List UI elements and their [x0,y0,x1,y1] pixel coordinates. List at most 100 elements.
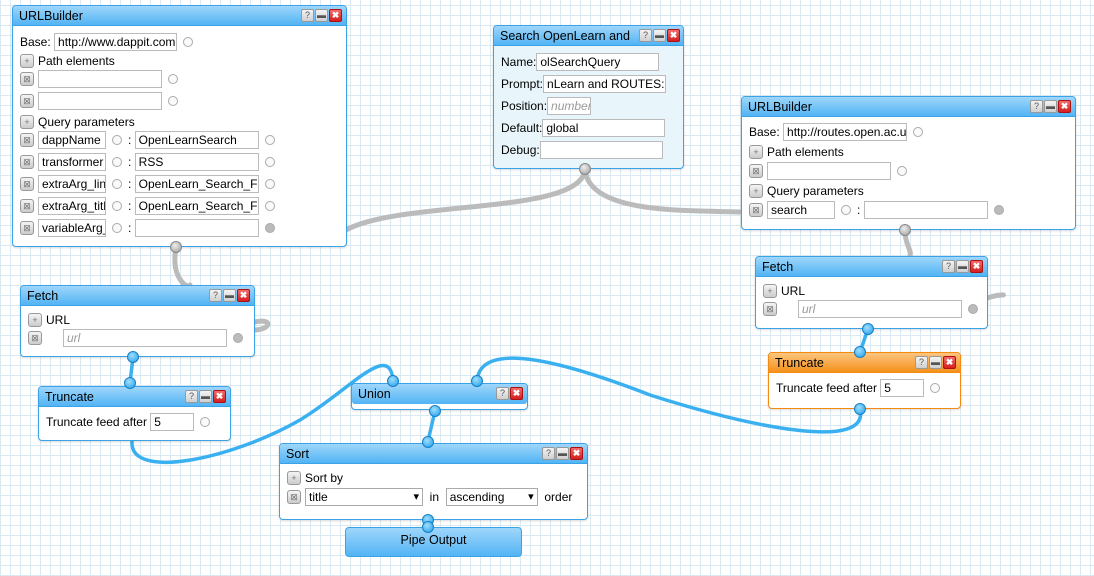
close-button[interactable]: ✖ [329,9,342,22]
terminal-icon[interactable] [913,127,924,137]
add-icon[interactable]: + [763,284,777,298]
help-button[interactable]: ? [915,356,928,369]
param-key[interactable]: extraArg_titl [38,197,106,215]
close-button[interactable]: ✖ [213,390,226,403]
remove-icon[interactable]: ⊠ [20,155,34,169]
minimize-button[interactable]: ▬ [929,356,942,369]
param-value[interactable]: OpenLearnSearch [134,131,259,149]
output-terminal[interactable] [429,405,441,417]
urlbuilder-module-1[interactable]: URLBuilder ? ▬ ✖ Base: http://www.dappit.c… [12,5,347,247]
help-button[interactable]: ? [301,9,314,22]
output-terminal[interactable] [854,403,866,415]
position-input[interactable]: number [547,97,592,115]
union-module[interactable]: Union ? ✖ [351,383,528,410]
remove-icon[interactable]: ⊠ [20,177,34,191]
module-header[interactable]: Fetch ? ▬ ✖ [756,257,987,277]
close-button[interactable]: ✖ [237,289,250,302]
terminal-icon[interactable] [841,205,851,215]
param-key[interactable]: extraArg_lin [38,175,106,193]
module-header[interactable]: Search OpenLearn and ? ▬ ✖ [494,26,683,46]
param-value[interactable] [863,201,988,219]
terminal-icon[interactable] [264,135,275,145]
remove-icon[interactable]: ⊠ [20,133,34,147]
remove-icon[interactable]: ⊠ [763,302,777,316]
remove-icon[interactable]: ⊠ [20,72,34,86]
path-input[interactable] [38,70,162,88]
help-button[interactable]: ? [1030,100,1043,113]
remove-icon[interactable]: ⊠ [749,164,763,178]
module-header[interactable]: Fetch ? ▬ ✖ [21,286,254,306]
minimize-button[interactable]: ▬ [223,289,236,302]
url-input[interactable]: url [798,300,962,318]
terminal-icon[interactable] [112,157,122,167]
prompt-input[interactable]: nLearn and ROUTES: [543,75,667,93]
param-value[interactable]: OpenLearn_Search_F [134,175,259,193]
help-button[interactable]: ? [209,289,222,302]
count-input[interactable]: 5 [150,413,195,431]
terminal-icon[interactable] [168,96,178,106]
close-button[interactable]: ✖ [970,260,983,273]
add-icon[interactable]: + [287,471,301,485]
param-key[interactable]: search [767,201,835,219]
minimize-button[interactable]: ▬ [653,29,666,42]
remove-icon[interactable]: ⊠ [20,221,34,235]
module-header[interactable]: Sort ? ▬ ✖ [280,444,587,464]
remove-icon[interactable]: ⊠ [20,94,34,108]
add-icon[interactable]: + [20,54,34,68]
output-terminal[interactable] [899,224,911,236]
pipe-output-module[interactable]: Pipe Output [345,527,522,557]
base-input[interactable]: http://www.dappit.com. [54,33,178,51]
module-header[interactable]: Truncate ? ▬ ✖ [769,353,960,373]
terminal-icon[interactable] [968,304,978,314]
remove-icon[interactable]: ⊠ [749,203,763,217]
terminal-icon[interactable] [233,333,243,343]
remove-icon[interactable]: ⊠ [20,199,34,213]
terminal-icon[interactable] [168,74,178,84]
close-button[interactable]: ✖ [943,356,956,369]
input-terminal[interactable] [422,521,434,533]
close-button[interactable]: ✖ [570,447,583,460]
output-terminal[interactable] [170,241,182,253]
output-terminal[interactable] [579,163,591,175]
param-value[interactable]: OpenLearn_Search_F [134,197,259,215]
output-terminal[interactable] [127,351,139,363]
terminal-icon[interactable] [112,223,122,233]
add-icon[interactable]: + [20,115,34,129]
input-terminal[interactable] [387,375,399,387]
help-button[interactable]: ? [496,387,509,400]
param-value[interactable]: RSS [134,153,259,171]
sort-direction-select[interactable]: ascending [445,488,538,506]
terminal-icon[interactable] [264,179,275,189]
close-button[interactable]: ✖ [1058,100,1071,113]
module-header[interactable]: URLBuilder ? ▬ ✖ [742,97,1075,117]
help-button[interactable]: ? [185,390,198,403]
name-input[interactable]: olSearchQuery [536,53,660,71]
minimize-button[interactable]: ▬ [199,390,212,403]
module-header[interactable]: URLBuilder ? ▬ ✖ [13,6,346,26]
terminal-icon[interactable] [264,223,275,233]
truncate-module-1[interactable]: Truncate ? ▬ ✖ Truncate feed after 5 [38,386,231,441]
module-header[interactable]: Union ? ✖ [352,384,527,404]
fetch-module-1[interactable]: Fetch ? ▬ ✖ + URL ⊠ url [20,285,255,357]
input-terminal[interactable] [124,377,136,389]
param-key[interactable]: dappName [38,131,106,149]
minimize-button[interactable]: ▬ [956,260,969,273]
help-button[interactable]: ? [942,260,955,273]
path-input[interactable] [38,92,162,110]
sort-field-select[interactable]: title [305,488,423,506]
input-terminal[interactable] [471,375,483,387]
terminal-icon[interactable] [112,201,122,211]
urlbuilder-module-2[interactable]: URLBuilder ? ▬ ✖ Base: http://routes.open.… [741,96,1076,230]
param-key[interactable]: variableArg_ [38,219,106,237]
fetch-module-2[interactable]: Fetch ? ▬ ✖ + URL ⊠ url [755,256,988,329]
remove-icon[interactable]: ⊠ [287,490,301,504]
terminal-icon[interactable] [112,135,122,145]
remove-icon[interactable]: ⊠ [28,331,42,345]
count-input[interactable]: 5 [880,379,925,397]
debug-input[interactable] [539,141,663,159]
help-button[interactable]: ? [639,29,652,42]
text-input-module[interactable]: Search OpenLearn and ? ▬ ✖ Name: olSearchQu… [493,25,684,169]
terminal-icon[interactable] [264,157,275,167]
minimize-button[interactable]: ▬ [1044,100,1057,113]
truncate-module-2[interactable]: Truncate ? ▬ ✖ Truncate feed after 5 [768,352,961,409]
